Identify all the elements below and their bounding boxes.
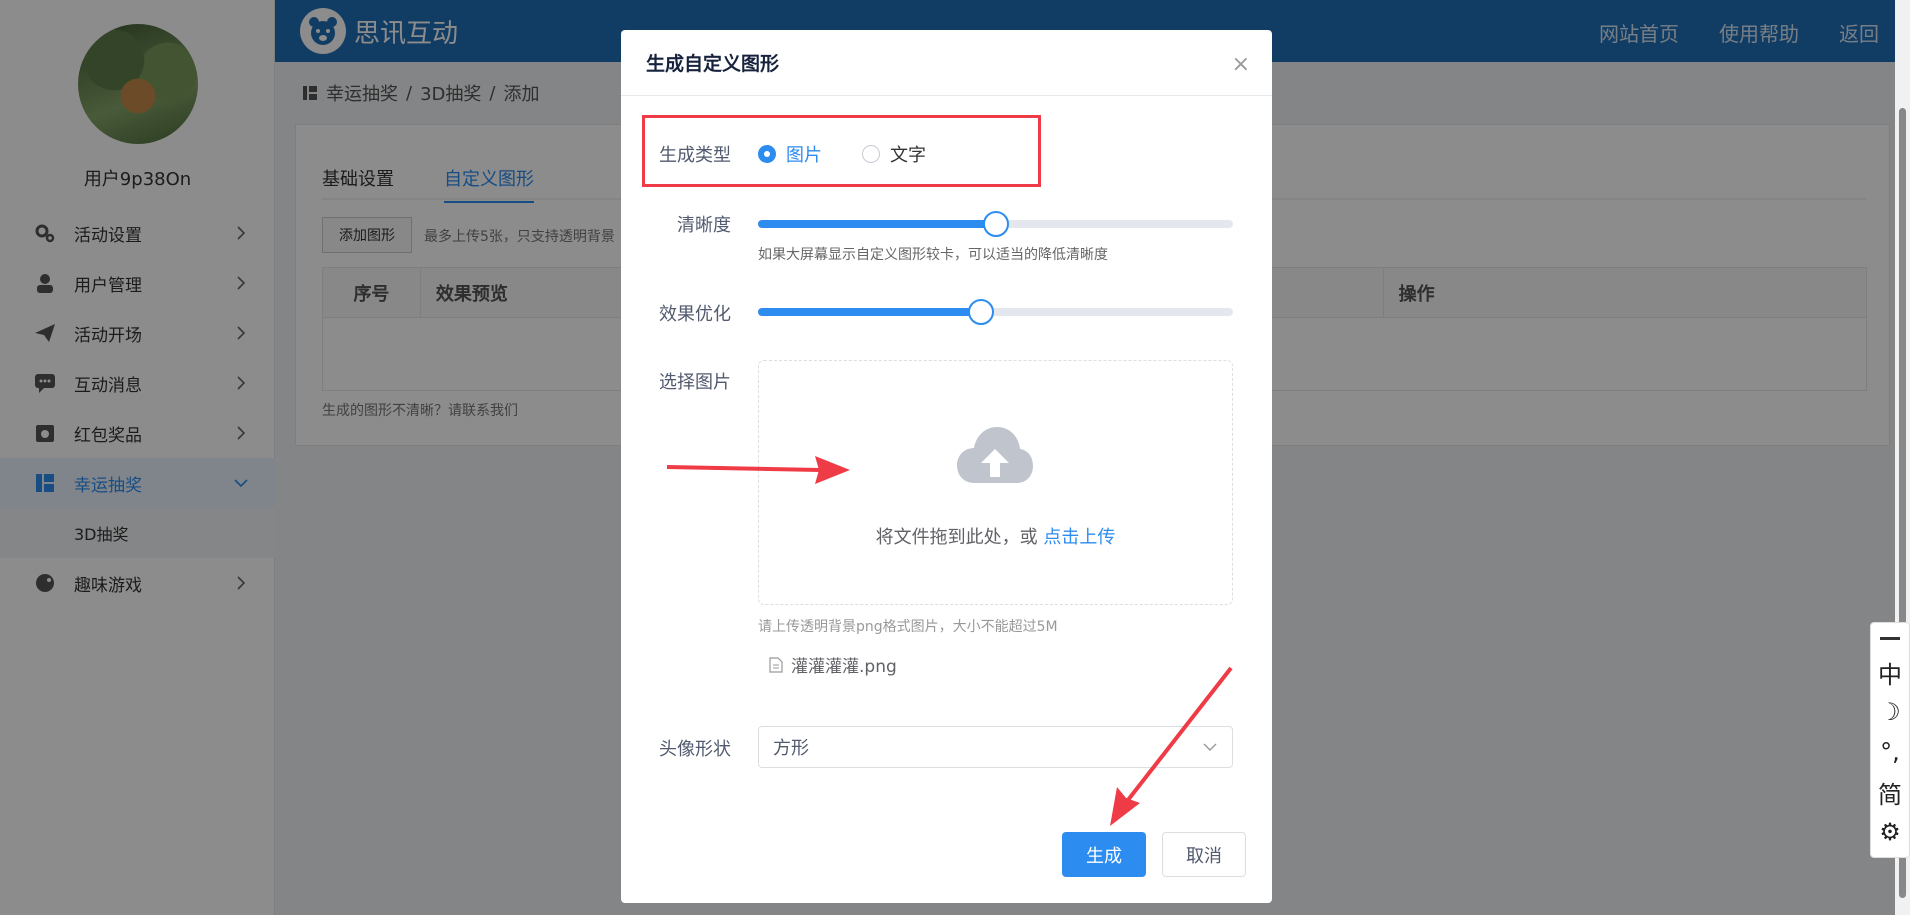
ime-toolbar: 中 ☽ °, 简 ⚙ [1870, 622, 1910, 858]
upload-tip: 请上传透明背景png格式图片，大小不能超过5M [758, 619, 1058, 635]
generate-shape-dialog: 生成自定义图形 × 生成类型 图片 文字 清晰度 如果大屏幕显示自定义图形较卡，… [621, 30, 1272, 903]
generate-button[interactable]: 生成 [1062, 832, 1146, 877]
chevron-down-icon [1203, 743, 1217, 751]
ime-punctuation-toggle[interactable]: °, [1880, 732, 1900, 772]
ime-settings-icon[interactable]: ⚙ [1879, 812, 1901, 852]
cancel-button[interactable]: 取消 [1162, 832, 1246, 877]
slider-handle[interactable] [982, 211, 1009, 237]
annotation-highlight-box [642, 115, 1041, 187]
clarity-slider[interactable] [758, 211, 1233, 237]
close-icon[interactable]: × [1232, 52, 1250, 77]
dialog-title: 生成自定义图形 [621, 30, 1272, 96]
uploaded-file-item[interactable]: 灌灌灌灌.png [769, 652, 897, 677]
document-icon [769, 656, 783, 673]
ime-drag-handle[interactable] [1880, 637, 1900, 640]
ime-language-toggle[interactable]: 中 [1878, 652, 1902, 692]
cloud-upload-icon [957, 427, 1033, 483]
clarity-label: 清晰度 [677, 215, 731, 236]
optimize-slider[interactable] [758, 299, 1233, 325]
upload-dropzone[interactable]: 将文件拖到此处，或 点击上传 [758, 360, 1233, 605]
shape-select[interactable]: 方形 [758, 726, 1233, 768]
shape-label: 头像形状 [659, 739, 731, 760]
shape-select-value: 方形 [773, 738, 809, 759]
ime-moon-icon[interactable]: ☽ [1879, 692, 1901, 732]
click-upload-link[interactable]: 点击上传 [1043, 527, 1115, 548]
slider-handle[interactable] [968, 299, 995, 325]
slider-fill [758, 308, 982, 316]
slider-fill [758, 220, 996, 228]
clarity-hint: 如果大屏幕显示自定义图形较卡，可以适当的降低清晰度 [758, 247, 1108, 263]
upload-instructions: 将文件拖到此处，或 点击上传 [759, 523, 1232, 549]
image-label: 选择图片 [659, 372, 731, 393]
upload-text: 将文件拖到此处，或 [875, 527, 1044, 548]
ime-simplified-toggle[interactable]: 简 [1878, 772, 1902, 812]
optimize-label: 效果优化 [659, 304, 731, 325]
file-name: 灌灌灌灌.png [791, 657, 897, 677]
